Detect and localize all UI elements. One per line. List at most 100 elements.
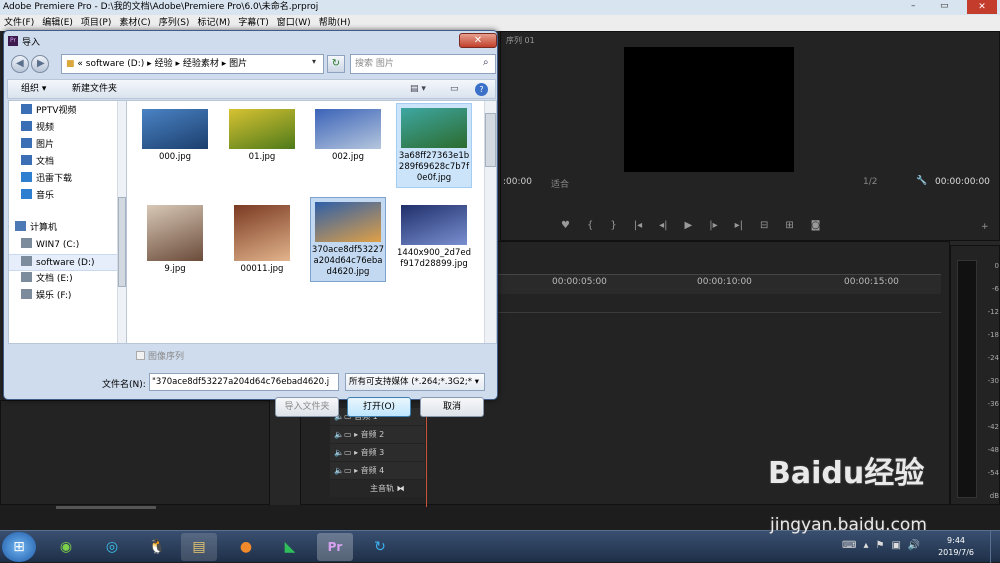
nav-item[interactable]: 娱乐 (F:)	[9, 288, 117, 305]
menu-item[interactable]: 字幕(T)	[234, 15, 273, 31]
menu-item[interactable]: 窗口(W)	[273, 15, 315, 31]
refresh-icon[interactable]: ↻	[327, 55, 345, 73]
flag-icon[interactable]: ⚑	[875, 540, 884, 551]
address-bar[interactable]: ■ « software (D:) ▸ 经验 ▸ 经验素材 ▸ 图片	[61, 54, 324, 74]
ie-icon[interactable]: ◎	[94, 533, 130, 561]
music-icon	[21, 189, 32, 199]
organize-button[interactable]: 组织 ▾	[21, 80, 46, 98]
view-icon[interactable]: ▤ ▾	[410, 80, 426, 98]
nav-item[interactable]: 文档 (E:)	[9, 271, 117, 288]
close-button[interactable]: ✕	[459, 33, 497, 48]
file-item[interactable]: 3a68ff27363e1b289f69628c7b7f0e0f.jpg	[396, 103, 472, 188]
file-item[interactable]: 370ace8df53227a204d64c76ebad4620.jpg	[310, 197, 386, 282]
file-list-scrollbar[interactable]	[484, 101, 496, 343]
speaker-icon[interactable]: 🔈▭	[334, 466, 352, 475]
speaker-icon[interactable]: 🔈▭	[334, 448, 352, 457]
play-icon[interactable]: ▶	[685, 220, 693, 231]
file-item[interactable]: 000.jpg	[137, 105, 213, 163]
back-button[interactable]: ◀	[11, 55, 29, 73]
media-player-icon[interactable]: ◣	[272, 533, 308, 561]
help-icon[interactable]: ?	[475, 83, 488, 96]
app-taskbar-icon[interactable]: ↻	[362, 533, 398, 561]
menu-item[interactable]: 项目(P)	[77, 15, 115, 31]
go-to-out-icon[interactable]: ▸|	[735, 220, 743, 231]
track-master[interactable]: 主音轨 ⧓	[330, 480, 425, 497]
menu-item[interactable]: 帮助(H)	[315, 15, 355, 31]
browser-360-icon[interactable]: ◉	[48, 533, 84, 561]
nav-item[interactable]: 计算机	[3, 220, 111, 237]
file-item[interactable]: 00011.jpg	[224, 201, 300, 275]
search-icon[interactable]: ⌕	[483, 57, 489, 68]
menu-item[interactable]: 素材(C)	[115, 15, 154, 31]
track-audio-2[interactable]: 🔈▭ ▸ 音频 2	[330, 426, 425, 443]
breadcrumb-sep[interactable]: ▸	[222, 59, 227, 69]
open-button[interactable]: 打开(O)	[347, 397, 411, 417]
breadcrumb-jingyan[interactable]: 经验	[155, 59, 173, 69]
premiere-taskbar-icon[interactable]: Pr	[317, 533, 353, 561]
extract-icon[interactable]: ⊞	[785, 220, 793, 231]
network-icon[interactable]: ▣	[891, 540, 900, 551]
in-point-icon[interactable]: {	[587, 220, 593, 231]
show-desktop-button[interactable]	[990, 531, 1000, 563]
marker-icon[interactable]: ♥	[561, 220, 570, 231]
nav-item[interactable]: PPTV视频	[9, 103, 117, 120]
image-sequence-checkbox[interactable]: 图像序列	[136, 349, 184, 362]
filename-input[interactable]: "370ace8df53227a204d64c76ebad4620.j	[149, 373, 339, 391]
nav-item[interactable]: 视频	[9, 120, 117, 137]
lift-icon[interactable]: ⊟	[760, 220, 768, 231]
audio-meters: 0 -6 -12 -18 -24 -30 -36 -42 -48 -54 dB	[950, 245, 1000, 505]
new-folder-button[interactable]: 新建文件夹	[72, 80, 117, 98]
go-to-in-icon[interactable]: |◂	[634, 220, 642, 231]
fit-dropdown[interactable]: 适合	[551, 177, 569, 190]
menu-item[interactable]: 文件(F)	[0, 15, 38, 31]
import-folder-button[interactable]: 导入文件夹	[275, 397, 339, 417]
menu-item[interactable]: 序列(S)	[155, 15, 194, 31]
breadcrumb-drive[interactable]: software (D:)	[86, 59, 145, 69]
nav-item[interactable]: 迅雷下载	[9, 171, 117, 188]
wrench-icon[interactable]: 🔧	[916, 176, 927, 186]
resolution-dropdown[interactable]: 1/2	[863, 177, 877, 187]
firefox-icon[interactable]: ●	[228, 533, 264, 561]
file-item[interactable]: 1440x900_2d7edf917d28899.jpg	[396, 201, 472, 270]
step-forward-icon[interactable]: |▸	[709, 220, 717, 231]
nav-item[interactable]: WIN7 (C:)	[9, 237, 117, 254]
menu-item[interactable]: 编辑(E)	[38, 15, 77, 31]
breadcrumb-sep[interactable]: ▸	[147, 59, 152, 69]
sequence-tab[interactable]: 序列 01	[506, 35, 535, 46]
preview-pane-icon[interactable]: ▭	[450, 80, 459, 98]
breadcrumb-sep[interactable]: ▸	[175, 59, 180, 69]
search-input[interactable]: 搜索 图片	[350, 54, 496, 74]
filetype-select[interactable]: 所有可支持媒体 (*.264;*.3G2;* ▾	[345, 373, 485, 391]
export-frame-icon[interactable]: ◙	[811, 220, 821, 231]
nav-item[interactable]: 图片	[9, 137, 117, 154]
arrow-up-icon[interactable]: ▴	[863, 540, 868, 551]
menu-item[interactable]: 标记(M)	[193, 15, 234, 31]
volume-icon[interactable]: 🔊	[908, 540, 920, 551]
breadcrumb-sucai[interactable]: 经验素材	[183, 59, 219, 69]
window-controls[interactable]: – ▭ ✕	[905, 0, 1000, 15]
nav-item[interactable]: 音乐	[9, 188, 117, 205]
add-button-icon[interactable]: +	[981, 222, 989, 232]
clock[interactable]: 9:44 2019/7/6	[938, 535, 974, 559]
out-point-icon[interactable]: }	[610, 220, 616, 231]
explorer-icon[interactable]: ▤	[181, 533, 217, 561]
nav-item[interactable]: 文档	[9, 154, 117, 171]
file-item[interactable]: 9.jpg	[137, 201, 213, 275]
nav-scrollbar[interactable]	[117, 101, 126, 343]
cancel-button[interactable]: 取消	[420, 397, 484, 417]
track-audio-3[interactable]: 🔈▭ ▸ 音频 3	[330, 444, 425, 461]
breadcrumb-pictures[interactable]: 图片	[229, 59, 247, 69]
start-button[interactable]: ⊞	[2, 532, 36, 562]
step-back-icon[interactable]: ◂|	[659, 220, 667, 231]
track-audio-4[interactable]: 🔈▭ ▸ 音频 4	[330, 462, 425, 479]
address-dropdown-icon[interactable]: ▾	[312, 57, 322, 71]
keyboard-icon[interactable]: ⌨	[842, 540, 856, 551]
nav-item[interactable]: software (D:)	[9, 254, 117, 271]
file-item[interactable]: 002.jpg	[310, 105, 386, 163]
forward-button[interactable]: ▶	[31, 55, 49, 73]
qq-icon[interactable]: 🐧	[139, 533, 175, 561]
file-item[interactable]: 01.jpg	[224, 105, 300, 163]
app-close-icon[interactable]: ✕	[967, 0, 997, 14]
speaker-icon[interactable]: 🔈▭	[334, 430, 352, 439]
address-overflow[interactable]: «	[77, 59, 83, 69]
